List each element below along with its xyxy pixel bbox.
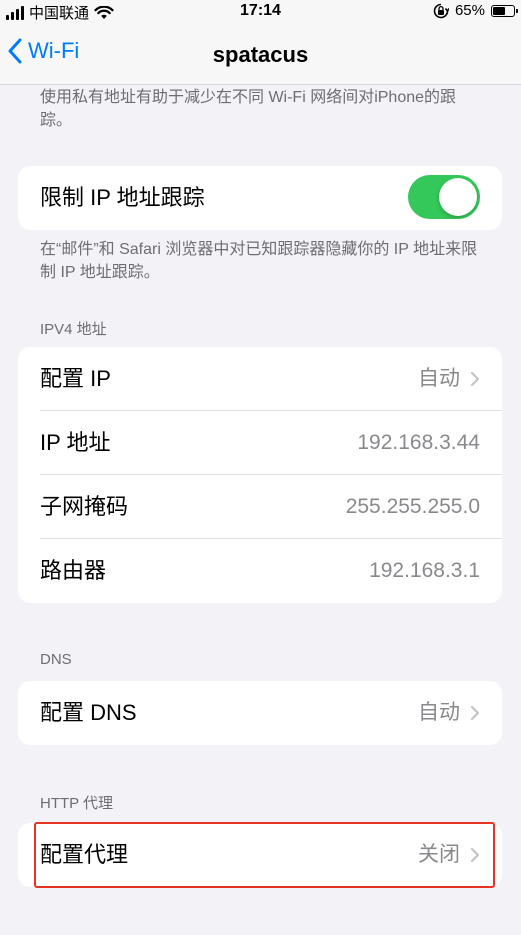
configure-proxy-label: 配置代理 [40,842,129,867]
subnet-mask-label: 子网掩码 [40,494,129,519]
page-title: spatacus [212,42,309,67]
ip-address-value: 192.168.3.44 [357,431,480,454]
subnet-mask-value: 255.255.255.0 [345,495,480,518]
chevron-right-icon [470,847,480,863]
configure-dns-row[interactable]: 配置 DNS 自动 [18,681,502,745]
status-right: 65% [433,2,518,19]
configure-dns-label: 配置 DNS [40,700,137,725]
battery-cap [516,8,518,13]
configure-ip-label: 配置 IP [40,366,111,391]
battery-percentage: 65% [454,2,485,19]
configure-dns-value: 自动 [418,701,460,724]
battery-icon [491,4,518,17]
subnet-mask-row: 子网掩码 255.255.255.0 [18,475,502,539]
router-label: 路由器 [40,558,107,583]
configure-proxy-row[interactable]: 配置代理 关闭 [18,823,502,887]
dns-section-header: DNS [40,651,72,668]
limit-ip-tracking-card: 限制 IP 地址跟踪 [18,166,502,230]
configure-ip-value: 自动 [418,367,460,390]
status-bar: 中国联通 17:14 65% [0,0,521,24]
ipv4-section-header: IPV4 地址 [40,321,107,338]
toggle-knob [439,178,477,216]
limit-ip-tracking-toggle[interactable] [408,175,480,219]
chevron-right-icon [470,705,480,721]
limit-ip-tracking-footnote: 在“邮件”和 Safari 浏览器中对已知跟踪器隐藏你的 IP 地址来限制 IP… [40,241,478,281]
http-proxy-card: 配置代理 关闭 [18,823,502,887]
limit-ip-tracking-label: 限制 IP 地址跟踪 [40,185,205,210]
ip-address-row: IP 地址 192.168.3.44 [18,411,502,475]
private-address-footnote: 使用私有地址有助于减少在不同 Wi-Fi 网络间对iPhone的跟踪。 [40,89,457,129]
chevron-right-icon [470,371,480,387]
dns-card: 配置 DNS 自动 [18,681,502,745]
ip-address-label: IP 地址 [40,430,111,455]
orientation-lock-icon [433,3,449,18]
ipv4-card: 配置 IP 自动 IP 地址 192.168.3.44 子网掩码 255.255… [18,347,502,603]
configure-ip-row[interactable]: 配置 IP 自动 [18,347,502,411]
limit-ip-tracking-row: 限制 IP 地址跟踪 [18,166,502,230]
router-row: 路由器 192.168.3.1 [18,539,502,603]
configure-proxy-value: 关闭 [418,843,460,866]
battery-fill [493,6,506,15]
router-value: 192.168.3.1 [369,559,480,582]
navigation-bar: Wi-Fi spatacus [0,24,521,85]
http-proxy-section-header: HTTP 代理 [40,795,114,812]
